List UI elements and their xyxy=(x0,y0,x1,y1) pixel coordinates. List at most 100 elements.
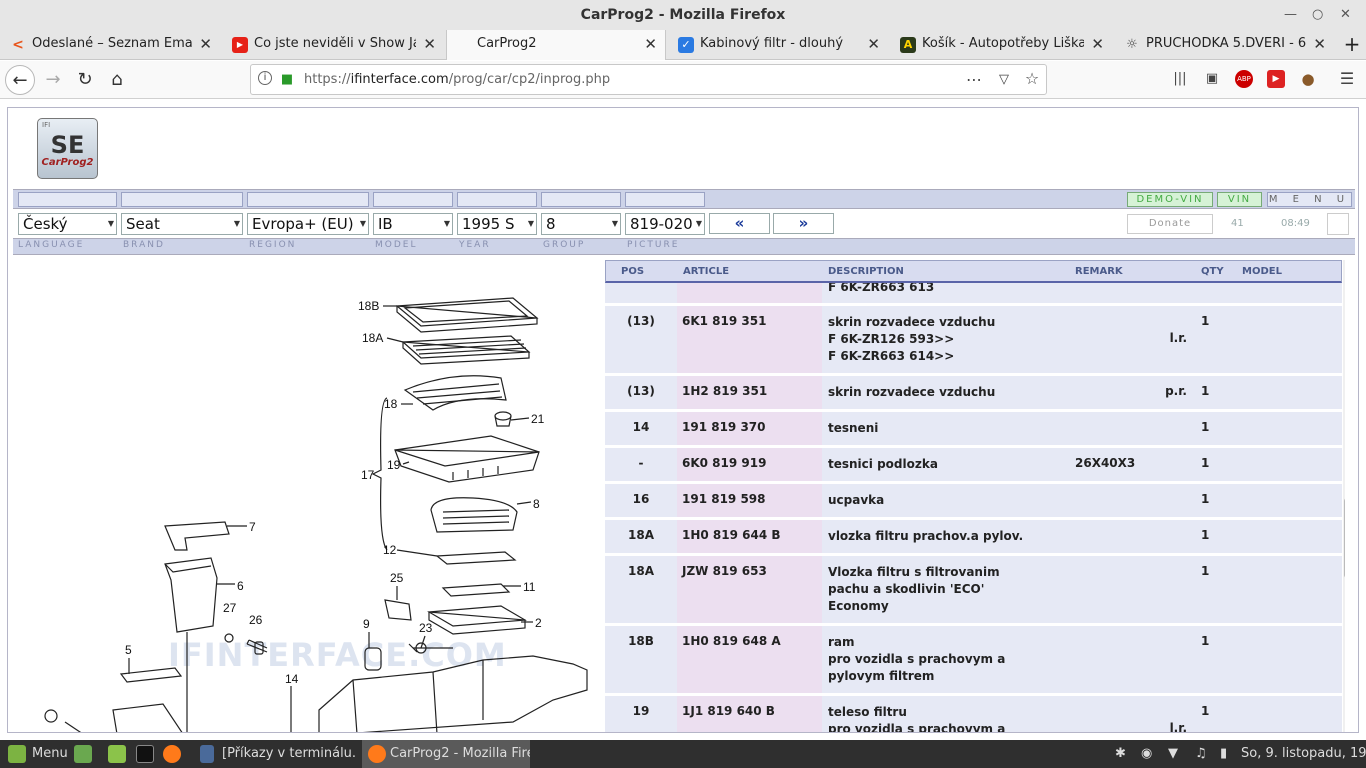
menu-button[interactable]: Menu xyxy=(32,740,68,768)
description-line: teleso filtru xyxy=(828,705,907,719)
back-arrow-icon[interactable]: ← xyxy=(5,65,35,95)
picture-select[interactable]: 819-020 ▼ xyxy=(625,213,705,235)
maximize-icon[interactable]: ○ xyxy=(1312,0,1323,30)
extension-icon[interactable]: ▶ xyxy=(1267,70,1285,88)
table-row[interactable]: 18B 1H0 819 648 A ram pro vozidla s prachov… xyxy=(605,626,1342,696)
taskbar-window-label: CarProg2 - Mozilla Fire... xyxy=(390,746,530,761)
pos-cell: (13) xyxy=(627,314,655,328)
close-tab-icon[interactable]: ✕ xyxy=(1313,30,1326,58)
tab-kabinovy-filtr[interactable]: ✓ Kabinový filtr - dlouhý ✕ xyxy=(668,30,888,60)
library-icon[interactable]: ||| xyxy=(1171,70,1189,88)
table-row[interactable]: 18A 1H0 819 644 B vlozka filtru prachov.a … xyxy=(605,520,1342,556)
dropdown-arrow-icon: ▼ xyxy=(527,219,534,228)
dropdown-arrow-icon: ▼ xyxy=(611,219,618,228)
tab-seznam[interactable]: < Odeslané – Seznam Email ✕ xyxy=(0,30,220,60)
table-row[interactable]: 16 191 819 598 ucpavka 1 xyxy=(605,484,1342,520)
header-description: DESCRIPTION xyxy=(828,266,904,277)
diagram-label: 27 xyxy=(223,601,237,615)
close-tab-icon[interactable]: ✕ xyxy=(867,30,880,58)
info-icon[interactable]: i xyxy=(258,71,272,85)
description-cell: tesnici podlozka xyxy=(828,456,1068,473)
terminal-icon[interactable] xyxy=(136,745,154,763)
close-tab-icon[interactable]: ✕ xyxy=(199,30,212,58)
firefox-icon[interactable] xyxy=(163,745,181,763)
dropdown-arrow-icon: ▼ xyxy=(443,219,450,228)
pos-cell: 19 xyxy=(632,704,650,718)
brand-select[interactable]: Seat ▼ xyxy=(121,213,243,235)
close-window-icon[interactable]: ✕ xyxy=(1340,0,1351,30)
donate-button[interactable]: Donate xyxy=(1127,214,1213,234)
reload-icon[interactable]: ↻ xyxy=(70,65,100,95)
shield-icon[interactable]: ◉ xyxy=(1141,740,1152,768)
tab-carprog2[interactable]: CarProg2 ✕ xyxy=(446,30,666,60)
article-number[interactable]: 1H0 819 648 A xyxy=(682,634,781,648)
table-row[interactable]: (13) 6K1 819 351 skrin rozvadece vzduchu F … xyxy=(605,306,1342,376)
tab-pruchodka[interactable]: ☼ PRUCHODKA 5.DVERI - 6U09 ✕ xyxy=(1114,30,1334,60)
taskbar-window-firefox[interactable]: CarProg2 - Mozilla Fire... xyxy=(362,740,530,768)
table-row[interactable]: 14 191 819 370 tesneni 1 xyxy=(605,412,1342,448)
small-empty-box[interactable] xyxy=(1327,213,1349,235)
qty-cell: 1 xyxy=(1201,456,1210,470)
next-picture-button[interactable]: » xyxy=(773,213,834,234)
diagram-label: 25 xyxy=(390,571,404,585)
close-tab-icon[interactable]: ✕ xyxy=(1091,30,1104,58)
battery-icon[interactable]: ▮ xyxy=(1220,740,1227,768)
tab-kosik[interactable]: A Košík - Autopotřeby Liška ✕ xyxy=(890,30,1112,60)
article-number[interactable]: 191 819 370 xyxy=(682,420,766,434)
bluetooth-icon[interactable]: ✱ xyxy=(1115,740,1126,768)
show-desktop-icon[interactable] xyxy=(74,745,92,763)
table-row[interactable]: (13) 1H2 819 351 skrin rozvadece vzduchu p.… xyxy=(605,376,1342,412)
home-icon[interactable]: ⌂ xyxy=(102,65,132,95)
group-select[interactable]: 8 ▼ xyxy=(541,213,621,235)
parts-diagram[interactable]: IFINTERFACE.COM 18B 18A 18 21 19 17 8 12… xyxy=(13,260,593,732)
table-row[interactable]: - 6K0 819 919 tesnici podlozka 26X40X3 1 xyxy=(605,448,1342,484)
time-value: 08:49 xyxy=(1281,218,1310,229)
pocket-icon[interactable]: ▽ xyxy=(995,71,1013,89)
article-number[interactable]: 191 819 598 xyxy=(682,492,766,506)
files-icon[interactable] xyxy=(108,745,126,763)
scrollbar-thumb[interactable] xyxy=(1344,498,1345,578)
previous-picture-button[interactable]: « xyxy=(709,213,770,234)
article-number[interactable]: 1H2 819 351 xyxy=(682,384,767,398)
volume-icon[interactable]: ♫ xyxy=(1195,740,1207,768)
table-scrollbar[interactable] xyxy=(1343,260,1345,732)
sidebar-icon[interactable]: ▣ xyxy=(1203,70,1221,88)
article-number[interactable]: 6K1 819 351 xyxy=(682,314,766,328)
close-tab-icon[interactable]: ✕ xyxy=(423,30,436,58)
article-number[interactable]: 1J1 819 640 B xyxy=(682,704,775,718)
diagram-label: 18B xyxy=(358,299,379,313)
url-bar[interactable]: i ■ https://ifinterface.com/prog/car/cp2… xyxy=(250,64,1047,95)
new-tab-icon[interactable]: + xyxy=(1340,30,1364,60)
diagram-label: 12 xyxy=(383,543,397,557)
firefox-icon xyxy=(368,745,386,763)
model-select[interactable]: IB ▼ xyxy=(373,213,453,235)
tab-youtube[interactable]: ▶ Co jste neviděli v Show Ján ✕ xyxy=(222,30,444,60)
year-select[interactable]: 1995 S ▼ xyxy=(457,213,537,235)
minimize-icon[interactable]: — xyxy=(1284,0,1297,30)
article-number[interactable]: JZW 819 653 xyxy=(682,564,767,578)
description-cell: ucpavka xyxy=(828,492,1068,509)
vin-button[interactable]: VIN xyxy=(1217,192,1262,207)
cookie-icon[interactable]: ● xyxy=(1299,70,1317,88)
diagram-label: 8 xyxy=(533,497,540,511)
more-actions-icon[interactable]: ⋯ xyxy=(965,71,983,89)
language-select[interactable]: Český ▼ xyxy=(18,213,117,235)
hamburger-menu-icon[interactable]: ☰ xyxy=(1338,70,1356,88)
region-select[interactable]: Evropa+ (EU) ▼ xyxy=(247,213,369,235)
mint-menu-icon[interactable] xyxy=(8,745,26,763)
qty-cell: 1 xyxy=(1201,704,1210,718)
article-number[interactable]: 1H0 819 644 B xyxy=(682,528,781,542)
article-cell: JZW 819 653 xyxy=(677,556,822,623)
bookmark-star-icon[interactable]: ☆ xyxy=(1023,70,1041,88)
close-tab-icon[interactable]: ✕ xyxy=(644,30,657,58)
article-number[interactable]: 6K0 819 919 xyxy=(682,456,766,470)
forward-arrow-icon[interactable]: → xyxy=(38,65,68,95)
demo-vin-button[interactable]: DEMO-VIN xyxy=(1127,192,1213,207)
menu-button[interactable]: M E N U xyxy=(1267,192,1352,207)
description-line: Economy xyxy=(828,599,889,613)
wifi-icon[interactable]: ▼ xyxy=(1168,740,1178,768)
adblock-icon[interactable]: ABP xyxy=(1235,70,1253,88)
taskbar-window-terminal[interactable]: [Příkazy v terminálu.o... xyxy=(222,740,356,768)
table-row[interactable]: 19 1J1 819 640 B teleso filtru pro vozidla … xyxy=(605,696,1342,732)
table-row[interactable]: 18A JZW 819 653 Vlozka filtru s filtrovani… xyxy=(605,556,1342,626)
